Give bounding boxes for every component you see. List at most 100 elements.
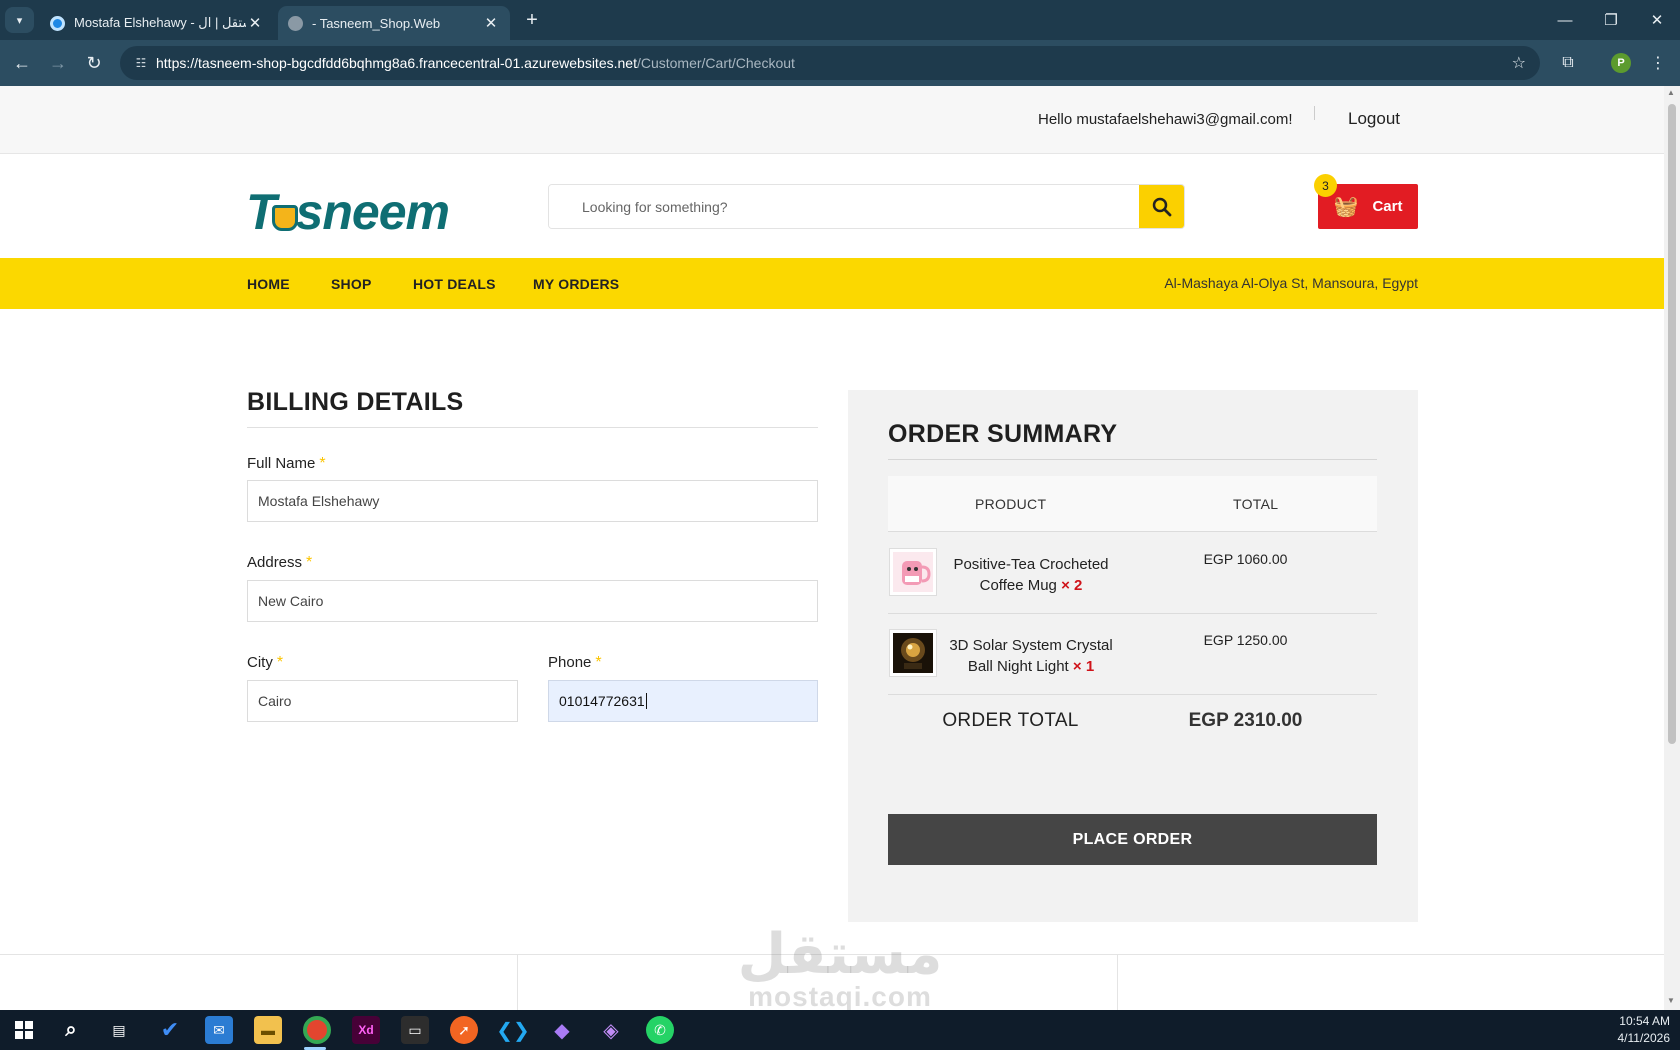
order-summary-panel: ORDER SUMMARY PRODUCT TOTAL Positive-Tea… bbox=[848, 390, 1418, 922]
product-thumbnail[interactable] bbox=[889, 629, 937, 677]
required-asterisk: * bbox=[306, 554, 313, 571]
reload-icon[interactable]: ↻ bbox=[80, 49, 108, 77]
product-total: EGP 1060.00 bbox=[1203, 551, 1288, 567]
whatsapp-icon[interactable]: ✆ bbox=[646, 1016, 674, 1044]
profile-avatar[interactable]: P bbox=[1607, 49, 1635, 77]
crystal-ball-image bbox=[893, 633, 933, 673]
scroll-up-arrow-icon[interactable]: ▲ bbox=[1667, 88, 1675, 97]
user-greeting: Hello mustafaelshehawi3@gmail.com! bbox=[1038, 111, 1293, 128]
account-top-bar: Hello mustafaelshehawi3@gmail.com! Logou… bbox=[0, 86, 1664, 154]
postman-icon[interactable]: ➚ bbox=[450, 1016, 478, 1044]
browser-tab-mostaqel[interactable]: Mostafa Elshehawy - مستقل | ال ✕ bbox=[40, 6, 274, 40]
product-name: Positive-Tea Crocheted Coffee Mug × 2 bbox=[953, 556, 1109, 594]
back-arrow-icon[interactable]: ← bbox=[8, 49, 36, 77]
chrome-icon[interactable] bbox=[303, 1016, 331, 1044]
mug-image bbox=[893, 552, 933, 592]
browser-tab-bar: ▾ Mostafa Elshehawy - مستقل | ال ✕ - Tas… bbox=[0, 0, 1680, 40]
nav-home[interactable]: HOME bbox=[247, 276, 290, 292]
browser-tab-tasneem[interactable]: - Tasneem_Shop.Web ✕ bbox=[278, 6, 510, 40]
search-input[interactable] bbox=[549, 185, 1142, 228]
globe-favicon-icon bbox=[288, 15, 303, 31]
nav-shop[interactable]: SHOP bbox=[331, 276, 371, 292]
store-address: Al-Mashaya Al-Olya St, Mansoura, Egypt bbox=[1164, 275, 1418, 291]
phone-field[interactable]: 01014772631 bbox=[548, 680, 818, 722]
order-total-label: ORDER TOTAL bbox=[942, 710, 1079, 731]
file-explorer-icon[interactable]: ▬ bbox=[254, 1016, 282, 1044]
city-label: City * bbox=[247, 654, 284, 671]
divider bbox=[517, 955, 518, 1010]
extensions-puzzle-icon[interactable]: ⧉ bbox=[1554, 49, 1582, 77]
windows-taskbar: ⌕ ▤ ✔ ✉ ▬ Xd ▭ ➚ ❮❯ ◆ ◈ ✆ 10:54 AM 4/11/… bbox=[0, 1010, 1680, 1050]
terminal-icon[interactable]: ▭ bbox=[401, 1016, 429, 1044]
vscode-icon[interactable]: ❮❯ bbox=[496, 1016, 530, 1044]
tasneem-logo[interactable]: Tsneem bbox=[246, 187, 450, 237]
page-scrollbar[interactable]: ▲ ▼ bbox=[1664, 86, 1680, 1010]
close-tab-icon[interactable]: ✕ bbox=[482, 14, 500, 32]
new-tab-button[interactable]: + bbox=[519, 7, 545, 33]
summary-row: Positive-Tea Crocheted Coffee Mug × 2 EG… bbox=[888, 533, 1377, 614]
product-total: EGP 1250.00 bbox=[1203, 632, 1288, 648]
divider bbox=[888, 459, 1377, 460]
scroll-down-arrow-icon[interactable]: ▼ bbox=[1667, 996, 1675, 1005]
tab-title: - Tasneem_Shop.Web bbox=[312, 15, 441, 31]
visual-studio-icon[interactable]: ◆ bbox=[548, 1016, 576, 1044]
place-order-button[interactable]: PLACE ORDER bbox=[888, 814, 1377, 865]
summary-table-header: PRODUCT TOTAL bbox=[888, 476, 1377, 532]
basket-icon: 🧺 bbox=[1333, 196, 1359, 218]
order-summary-heading: ORDER SUMMARY bbox=[888, 420, 1118, 448]
mostaqel-watermark: مستقل mostaqi.com bbox=[737, 922, 943, 1011]
search-button[interactable] bbox=[1139, 185, 1184, 228]
task-view-icon[interactable]: ▤ bbox=[105, 1016, 133, 1044]
product-name: 3D Solar System Crystal Ball Night Light… bbox=[949, 637, 1113, 675]
search-icon[interactable]: ⌕ bbox=[57, 1016, 85, 1044]
cart-count-badge: 3 bbox=[1314, 174, 1337, 197]
phone-label: Phone * bbox=[548, 654, 602, 671]
address-field[interactable]: New Cairo bbox=[247, 580, 818, 622]
nav-my-orders[interactable]: MY ORDERS bbox=[533, 276, 619, 292]
summary-row: 3D Solar System Crystal Ball Night Light… bbox=[888, 614, 1377, 695]
minimize-window-button[interactable]: — bbox=[1542, 0, 1588, 40]
address-bar[interactable]: ☷ https://tasneem-shop-bgcdfdd6bqhmg8a6.… bbox=[120, 46, 1540, 80]
required-asterisk: * bbox=[319, 455, 326, 472]
browser-menu-icon[interactable]: ⋮ bbox=[1644, 49, 1672, 77]
tab-search-menu-button[interactable]: ▾ bbox=[5, 7, 34, 33]
text-caret bbox=[645, 693, 647, 709]
system-clock[interactable]: 10:54 AM 4/11/2026 bbox=[1618, 1013, 1671, 1047]
close-window-button[interactable]: ✕ bbox=[1634, 0, 1680, 40]
divider bbox=[1314, 106, 1315, 120]
windows-start-icon[interactable] bbox=[10, 1016, 38, 1044]
city-field[interactable]: Cairo bbox=[247, 680, 518, 722]
nav-hot-deals[interactable]: HOT DEALS bbox=[413, 276, 496, 292]
total-column-header: TOTAL bbox=[1233, 496, 1279, 512]
scrollbar-thumb[interactable] bbox=[1668, 104, 1676, 744]
logout-link[interactable]: Logout bbox=[1348, 109, 1400, 129]
order-total-value: EGP 2310.00 bbox=[1188, 710, 1303, 731]
visual-studio-preview-icon[interactable]: ◈ bbox=[597, 1016, 625, 1044]
cart-label: Cart bbox=[1372, 198, 1403, 215]
mostaqel-favicon-icon bbox=[50, 15, 65, 31]
restore-window-button[interactable]: ❐ bbox=[1588, 0, 1634, 40]
adobe-xd-icon[interactable]: Xd bbox=[352, 1016, 380, 1044]
divider bbox=[247, 427, 818, 428]
full-name-field[interactable]: Mostafa Elshehawy bbox=[247, 480, 818, 522]
required-asterisk: * bbox=[595, 654, 602, 671]
todo-check-icon[interactable]: ✔ bbox=[156, 1016, 184, 1044]
required-asterisk: * bbox=[276, 654, 284, 671]
bookmark-star-icon[interactable]: ☆ bbox=[1512, 53, 1526, 73]
tab-title: Mostafa Elshehawy - مستقل | ال bbox=[74, 15, 246, 30]
full-name-label: Full Name * bbox=[247, 455, 326, 472]
site-settings-icon[interactable]: ☷ bbox=[126, 56, 156, 70]
mail-icon[interactable]: ✉ bbox=[205, 1016, 233, 1044]
close-tab-icon[interactable]: ✕ bbox=[246, 14, 264, 32]
forward-arrow-icon[interactable]: → bbox=[44, 49, 72, 77]
search-icon bbox=[1152, 197, 1171, 216]
logo-basket-icon bbox=[271, 205, 298, 231]
main-nav: HOME SHOP HOT DEALS MY ORDERS Al-Mashaya… bbox=[0, 258, 1664, 309]
browser-toolbar: ← → ↻ ☷ https://tasneem-shop-bgcdfdd6bqh… bbox=[0, 40, 1680, 86]
product-thumbnail[interactable] bbox=[889, 548, 937, 596]
product-column-header: PRODUCT bbox=[975, 496, 1047, 512]
billing-details-heading: BILLING DETAILS bbox=[247, 388, 464, 416]
divider bbox=[1117, 955, 1118, 1010]
checkout-page: Hello mustafaelshehawi3@gmail.com! Logou… bbox=[0, 86, 1664, 1010]
search-box bbox=[548, 184, 1185, 229]
